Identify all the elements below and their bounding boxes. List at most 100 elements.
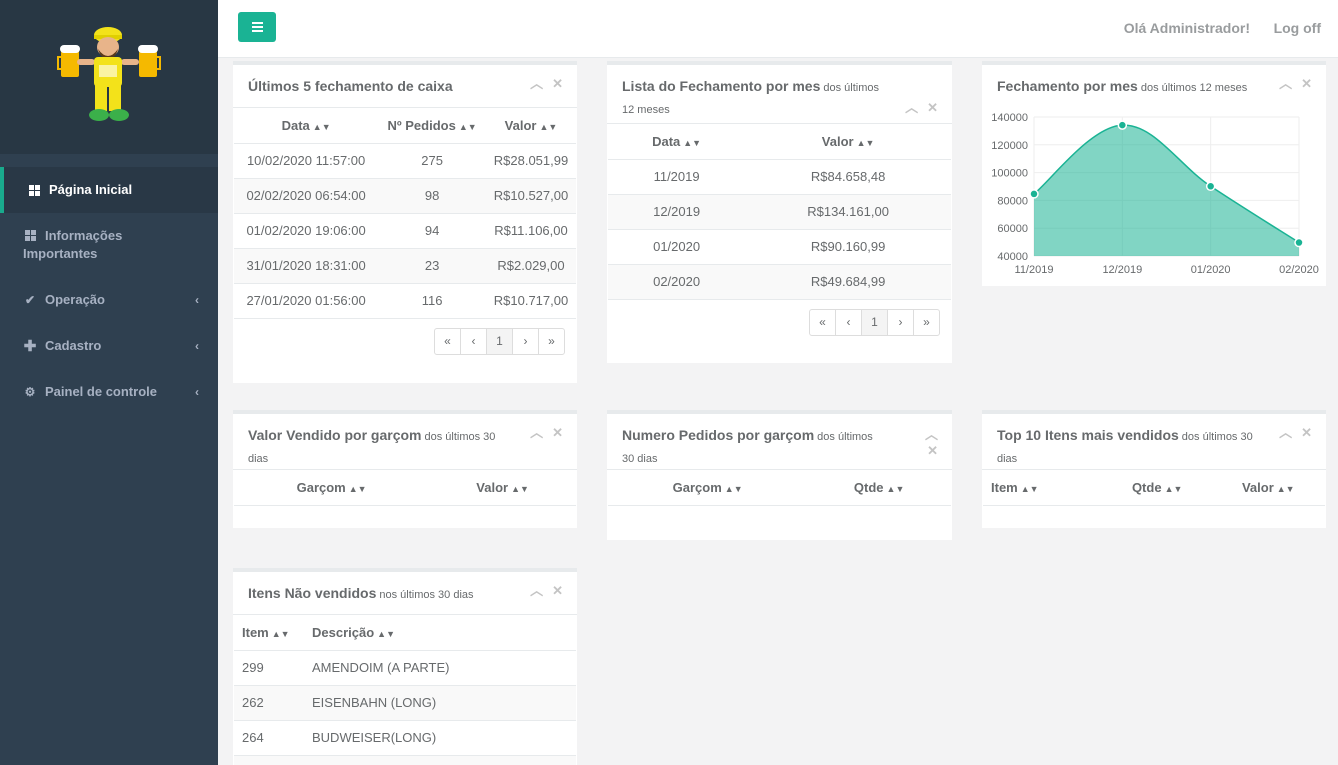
column-header-garcom[interactable]: Garçom ▲▼: [234, 470, 430, 506]
panel-header: Lista do Fechamento por mes dos últimos 1…: [607, 65, 952, 123]
sort-icon: ▲▼: [348, 483, 367, 494]
cell-pedidos: 275: [378, 143, 486, 179]
cell-valor: R$28.051,99: [485, 143, 576, 179]
table-row: [234, 755, 576, 765]
cell-pedidos: 116: [378, 283, 486, 319]
sidebar-item-painel-controle[interactable]: ⚙ Painel de controle ‹: [0, 369, 218, 415]
pager-last[interactable]: »: [913, 308, 940, 336]
pager-next[interactable]: ›: [512, 327, 539, 355]
close-icon[interactable]: ✕: [552, 426, 563, 440]
column-header-valor[interactable]: Valor ▲▼: [485, 108, 576, 144]
y-tick-label: 80000: [997, 195, 1028, 207]
panel-tools: ︿ ✕: [1279, 426, 1312, 440]
sidebar-item-informacoes[interactable]: Informações Importantes: [0, 213, 218, 277]
chevron-up-icon[interactable]: ︿: [1279, 426, 1292, 440]
panel-tools: ︿ ✕: [530, 426, 563, 440]
data-point: [1117, 120, 1128, 130]
sidebar-item-cadastro[interactable]: ✚ Cadastro ‹: [0, 323, 218, 369]
sort-icon: ▲▼: [886, 483, 905, 494]
chevron-up-icon[interactable]: ︿: [925, 428, 938, 442]
panel-tools: ︿ ✕: [530, 584, 563, 598]
sidebar-item-pagina-inicial[interactable]: Página Inicial: [0, 167, 218, 213]
pager-next[interactable]: ›: [887, 308, 914, 336]
column-header-qtde[interactable]: Qtde ▲▼: [807, 470, 951, 506]
pager-page-1[interactable]: 1: [861, 308, 888, 336]
x-tick-label: 02/2020: [1279, 264, 1319, 276]
top-navbar: Olá Administrador! Log off: [218, 0, 1338, 58]
table-row: 11/2019 R$84.658,48: [608, 159, 951, 195]
panel-header: Numero Pedidos por garçom dos últimos 30 …: [607, 414, 952, 469]
panel-tools: ︿ ✕: [530, 77, 563, 91]
column-header-valor[interactable]: Valor ▲▼: [745, 124, 951, 160]
menu-toggle-button[interactable]: [238, 12, 276, 42]
panel-title: Valor Vendido por garçom dos últimos 30 d…: [248, 427, 496, 465]
sort-icon: ▲▼: [271, 628, 290, 639]
table-row: 264 BUDWEISER(LONG): [234, 720, 576, 756]
top10-table: Item ▲▼ Qtde ▲▼ Valor ▲▼: [983, 470, 1325, 506]
chevron-up-icon[interactable]: ︿: [1279, 77, 1292, 91]
y-tick-label: 40000: [997, 251, 1028, 263]
area-chart: 140000 120000 100000 80000 60000 4000011/2019…: [991, 112, 1319, 276]
cell-data: 01/02/2020 19:06:00: [234, 213, 379, 249]
cell-data: 10/02/2020 11:57:00: [234, 143, 379, 179]
column-header-garcom[interactable]: Garçom ▲▼: [608, 470, 808, 506]
chevron-left-icon: ‹: [195, 293, 199, 307]
table-row: 12/2019 R$134.161,00: [608, 194, 951, 230]
pager-last[interactable]: »: [538, 327, 565, 355]
chevron-left-icon: ‹: [195, 339, 199, 353]
table-row: 01/02/2020 19:06:00 94 R$11.106,00: [234, 213, 576, 249]
cell-valor: R$134.161,00: [745, 194, 951, 230]
panel-ultimos-fechamentos: Últimos 5 fechamento de caixa ︿ ✕ Data ▲▼…: [233, 61, 577, 383]
pager-page-1[interactable]: 1: [486, 327, 513, 355]
nao-vendidos-table: Item ▲▼ Descrição ▲▼ 299 AMENDOIM (A PARTE…: [234, 615, 576, 765]
panel-tools: ︿ ✕: [905, 101, 938, 115]
valor-garcom-table: Garçom ▲▼ Valor ▲▼: [234, 470, 576, 506]
chevron-up-icon[interactable]: ︿: [530, 77, 543, 91]
sidebar-header: [0, 0, 218, 154]
column-header-data[interactable]: Data ▲▼: [234, 108, 379, 144]
close-icon[interactable]: ✕: [1301, 77, 1312, 91]
logoff-link[interactable]: Log off: [1274, 20, 1321, 36]
chevron-left-icon: ‹: [195, 385, 199, 399]
data-point: [1205, 181, 1216, 192]
column-header-qtde[interactable]: Qtde ▲▼: [1102, 470, 1212, 506]
close-icon[interactable]: ✕: [1301, 426, 1312, 440]
cell-descricao: AMENDOIM (A PARTE): [304, 650, 576, 686]
sort-icon: ▲▼: [856, 137, 875, 148]
column-header-valor[interactable]: Valor ▲▼: [429, 470, 576, 506]
mascot-logo[interactable]: [57, 25, 161, 129]
column-header-data[interactable]: Data ▲▼: [608, 124, 746, 160]
close-icon[interactable]: ✕: [927, 101, 938, 115]
sort-icon: ▲▼: [511, 483, 529, 494]
panel-header: Top 10 Itens mais vendidos dos últimos 30…: [982, 414, 1326, 469]
panel-subtitle: dos últimos 12 meses: [1140, 82, 1248, 94]
pager-first[interactable]: «: [809, 308, 836, 336]
chevron-up-icon[interactable]: ︿: [905, 101, 918, 115]
cell-descricao: [304, 755, 576, 765]
sort-icon: ▲▼: [1020, 483, 1039, 494]
close-icon[interactable]: ✕: [552, 77, 563, 91]
cell-data: 12/2019: [608, 194, 746, 230]
chevron-up-icon[interactable]: ︿: [530, 584, 543, 598]
column-header-descricao[interactable]: Descrição ▲▼: [304, 615, 576, 651]
pager-prev[interactable]: ‹: [460, 327, 487, 355]
column-header-pedidos[interactable]: Nº Pedidos ▲▼: [378, 108, 486, 144]
sidebar-item-operacao[interactable]: ✔ Operação ‹: [0, 277, 218, 323]
column-header-item[interactable]: Item ▲▼: [234, 615, 304, 651]
panel-body: Garçom ▲▼ Qtde ▲▼: [607, 469, 952, 506]
chevron-up-icon[interactable]: ︿: [530, 426, 543, 440]
sidebar-item-label: Painel de controle: [45, 384, 157, 399]
panel-tools: ︿ ✕: [925, 428, 938, 458]
cell-valor: R$2.029,00: [485, 248, 576, 284]
close-icon[interactable]: ✕: [552, 584, 563, 598]
close-icon[interactable]: ✕: [927, 444, 938, 458]
column-header-item[interactable]: Item ▲▼: [983, 470, 1103, 506]
sidebar-nav: Página Inicial Informações Importantes ✔…: [0, 167, 218, 415]
panel-subtitle: nos últimos 30 dias: [379, 589, 474, 601]
pager-first[interactable]: «: [434, 327, 461, 355]
column-header-valor[interactable]: Valor ▲▼: [1211, 470, 1325, 506]
table-row: 02/02/2020 06:54:00 98 R$10.527,00: [234, 178, 576, 214]
sort-icon: ▲▼: [458, 121, 477, 132]
pager-prev[interactable]: ‹: [835, 308, 862, 336]
table-row: 02/2020 R$49.684,99: [608, 264, 951, 300]
